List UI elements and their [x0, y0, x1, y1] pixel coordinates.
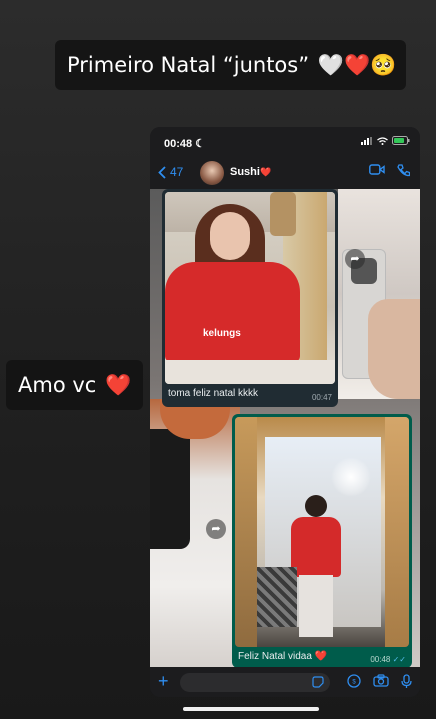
message-time: 00:47 — [311, 393, 332, 402]
chat-area: ➦ ➦ kelungs toma feliz natal kkkk 00:47 — [150, 189, 420, 667]
story-caption-mid: Amo vc ❤️ — [6, 360, 144, 410]
forward-button[interactable]: ➦ — [345, 249, 365, 269]
story-caption-mid-text: Amo vc — [18, 373, 97, 397]
story-caption-top: Primeiro Natal “juntos” 🤍❤️🥺 — [55, 40, 407, 90]
status-time: 00:48 ☾ — [164, 138, 206, 150]
back-button[interactable]: 47 — [158, 165, 183, 179]
message-photo-2[interactable] — [235, 417, 409, 647]
battery-icon — [392, 136, 410, 145]
avatar[interactable] — [200, 161, 224, 185]
story-caption-mid-emoji: ❤️ — [105, 373, 132, 397]
forward-button-2[interactable]: ➦ — [206, 519, 226, 539]
story-caption-top-emoji: 🤍❤️🥺 — [317, 53, 397, 77]
message-time-2: 00:48 ✓✓ — [370, 655, 406, 664]
message-caption-2: Feliz Natal vidaa ❤️ — [238, 651, 328, 662]
microphone-icon[interactable] — [401, 674, 412, 689]
composer-actions: $ — [347, 674, 412, 689]
background-photo-2 — [150, 399, 240, 667]
call-actions — [369, 164, 410, 177]
payment-icon[interactable]: $ — [347, 674, 361, 688]
video-call-icon[interactable] — [369, 164, 385, 175]
message-photo[interactable]: kelungs — [165, 192, 335, 384]
home-indicator[interactable] — [183, 707, 319, 711]
message-input[interactable] — [180, 673, 330, 692]
story-caption-top-text: Primeiro Natal “juntos” — [67, 53, 310, 77]
chevron-left-icon — [158, 165, 166, 179]
chat-screenshot: 00:48 ☾ 47 Sushi❤️ ➦ ➦ kelungs toma feli… — [150, 127, 420, 697]
wifi-icon — [377, 136, 388, 145]
chat-header: 47 Sushi❤️ — [150, 157, 420, 189]
signal-icon — [361, 136, 372, 145]
svg-text:$: $ — [352, 680, 356, 686]
plus-icon[interactable]: + — [158, 671, 169, 691]
status-icons — [361, 136, 410, 145]
back-count: 47 — [170, 165, 184, 179]
message-outgoing[interactable]: Feliz Natal vidaa ❤️ 00:48 ✓✓ — [232, 414, 412, 667]
sticker-icon[interactable] — [312, 676, 324, 688]
composer-bar: + $ — [150, 667, 420, 697]
message-caption: toma feliz natal kkkk — [168, 388, 259, 399]
background-photo — [338, 189, 420, 399]
contact-name[interactable]: Sushi❤️ — [230, 166, 271, 178]
phone-call-icon[interactable] — [397, 164, 410, 177]
message-incoming[interactable]: kelungs toma feliz natal kkkk 00:47 — [162, 189, 338, 407]
hand — [368, 299, 420, 399]
camera-icon[interactable] — [373, 674, 389, 687]
status-bar: 00:48 ☾ — [150, 127, 420, 157]
